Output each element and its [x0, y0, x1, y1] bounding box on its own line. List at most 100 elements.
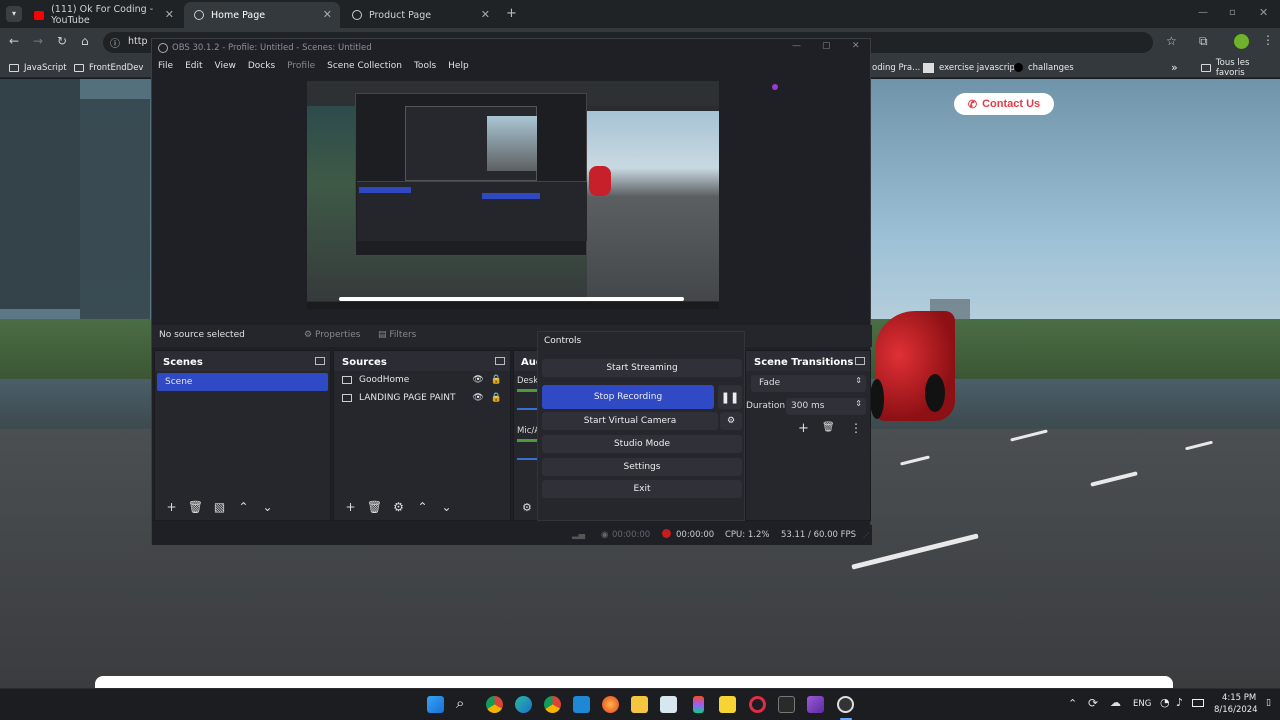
add-icon[interactable]: +	[163, 499, 180, 515]
bookmark-javascript[interactable]: JavaScript	[9, 57, 67, 78]
chrome-icon[interactable]	[486, 696, 503, 713]
obs-close-icon[interactable]: ✕	[852, 41, 860, 51]
close-icon[interactable]: ✕	[481, 8, 490, 21]
chevron-down-icon[interactable]: ⌄	[438, 499, 455, 515]
resize-grip-icon[interactable]: ⋰	[863, 532, 869, 539]
opera-icon[interactable]	[749, 696, 766, 713]
trash-icon[interactable]: 🗑	[822, 422, 835, 433]
menu-edit[interactable]: Edit	[179, 59, 208, 75]
eye-icon[interactable]: 👁	[472, 393, 483, 403]
trash-icon[interactable]: 🗑	[366, 499, 383, 515]
chevron-down-icon[interactable]: ⌄	[259, 499, 276, 515]
all-bookmarks[interactable]: Tous les favoris	[1201, 57, 1280, 78]
virtual-camera-settings-button[interactable]: ⚙	[720, 412, 742, 430]
tab-home-page[interactable]: Home Page ✕	[184, 2, 340, 28]
bookmarks-overflow[interactable]: »	[1171, 57, 1178, 78]
add-icon[interactable]: +	[342, 499, 359, 515]
vscode-icon[interactable]	[573, 696, 590, 713]
scene-item[interactable]: Scene	[157, 373, 328, 391]
eye-icon[interactable]: 👁	[472, 375, 483, 385]
settings-button[interactable]: Settings	[542, 458, 742, 476]
forward-icon[interactable]: →	[33, 34, 43, 48]
minimize-icon[interactable]: —	[1198, 7, 1208, 18]
chevron-up-icon[interactable]: ⌃	[1068, 697, 1077, 710]
chrome-icon[interactable]	[544, 696, 561, 713]
lock-icon[interactable]: 🔒	[491, 393, 502, 403]
menu-scene-collection[interactable]: Scene Collection	[321, 59, 408, 75]
menu-file[interactable]: File	[152, 59, 179, 75]
bookmark-exercise-javascript[interactable]: exercise javascript	[923, 57, 1018, 78]
source-item[interactable]: GoodHome 👁 🔒	[334, 371, 510, 389]
undock-icon[interactable]	[495, 357, 505, 365]
bookmark-challanges[interactable]: challanges	[1014, 57, 1074, 78]
windows-start-icon[interactable]	[427, 696, 444, 713]
gear-icon[interactable]: ⚙	[522, 501, 532, 514]
start-virtual-camera-button[interactable]: Start Virtual Camera	[542, 412, 718, 430]
menu-help[interactable]: Help	[442, 59, 475, 75]
close-icon[interactable]: ✕	[165, 8, 174, 21]
chevron-up-icon[interactable]: ⌃	[235, 499, 252, 515]
edge-icon[interactable]	[515, 696, 532, 713]
exit-button[interactable]: Exit	[542, 480, 742, 498]
app-icon[interactable]	[807, 696, 824, 713]
add-icon[interactable]: +	[798, 421, 809, 436]
tab-list-button[interactable]: ▾	[6, 6, 22, 22]
obs-taskbar-icon[interactable]	[837, 696, 854, 713]
duration-input[interactable]: 300 ms ⇕	[786, 398, 866, 415]
start-streaming-button[interactable]: Start Streaming	[542, 359, 742, 377]
file-explorer-icon[interactable]	[631, 696, 648, 713]
menu-tools[interactable]: Tools	[408, 59, 442, 75]
undock-icon[interactable]	[315, 357, 325, 365]
pause-recording-button[interactable]: ❚❚	[718, 385, 742, 409]
source-item[interactable]: LANDING PAGE PAINT 👁 🔒	[334, 389, 510, 407]
obs-preview[interactable]	[307, 81, 719, 309]
window-close-icon[interactable]: ✕	[1259, 6, 1268, 19]
search-icon[interactable]: ⌕	[456, 694, 464, 712]
extensions-icon[interactable]: ⧉	[1199, 34, 1208, 49]
tab-youtube[interactable]: (111) Ok For Coding - YouTube ✕	[24, 2, 182, 28]
clock-date[interactable]: 8/16/2024	[1214, 705, 1258, 715]
reload-icon[interactable]: ↻	[57, 34, 67, 48]
bookmark-coding-practice[interactable]: oding Pra...	[872, 57, 920, 78]
menu-docks[interactable]: Docks	[242, 59, 281, 75]
new-tab-button[interactable]: +	[506, 6, 517, 21]
tab-product-page[interactable]: Product Page ✕	[342, 2, 498, 28]
stop-recording-button[interactable]: Stop Recording	[542, 385, 714, 409]
figma-icon[interactable]	[693, 696, 704, 713]
properties-button[interactable]: ⚙ Properties	[304, 330, 360, 340]
close-icon[interactable]: ✕	[323, 8, 332, 21]
cloud-icon[interactable]: ☁	[1110, 696, 1121, 709]
studio-mode-button[interactable]: Studio Mode	[542, 435, 742, 453]
trash-icon[interactable]: 🗑	[187, 499, 204, 515]
clock-time[interactable]: 4:15 PM	[1222, 693, 1256, 703]
transition-select[interactable]: Fade ⇕	[751, 375, 866, 392]
undock-icon[interactable]	[855, 357, 865, 365]
language-indicator[interactable]: ENG	[1133, 699, 1151, 709]
menu-view[interactable]: View	[209, 59, 242, 75]
terminal-icon[interactable]	[778, 696, 795, 713]
home-icon[interactable]: ⌂	[81, 34, 89, 48]
wifi-icon[interactable]: ◔	[1160, 696, 1170, 709]
gear-icon[interactable]: ⚙	[390, 499, 407, 515]
battery-icon[interactable]	[1192, 699, 1204, 707]
restore-icon[interactable]: ▫	[1229, 7, 1236, 18]
filters-button[interactable]: ▤ Filters	[378, 330, 416, 340]
avatar[interactable]	[1234, 34, 1249, 49]
volume-icon[interactable]: ♪	[1176, 696, 1183, 709]
menu-profile[interactable]: Profile	[281, 59, 321, 75]
sticky-notes-icon[interactable]	[719, 696, 736, 713]
obs-maximize-icon[interactable]: ▢	[822, 41, 831, 51]
notepad-icon[interactable]	[660, 696, 677, 713]
sync-icon[interactable]: ⟳	[1088, 696, 1098, 710]
notification-icon[interactable]: ▯	[1266, 698, 1271, 708]
back-icon[interactable]: ←	[9, 34, 19, 48]
bookmark-frontenddev[interactable]: FrontEndDev	[74, 57, 143, 78]
lock-icon[interactable]: 🔒	[491, 375, 502, 385]
more-menu-icon[interactable]: ⋮	[850, 421, 862, 435]
obs-minimize-icon[interactable]: —	[792, 41, 801, 51]
bookmark-star-icon[interactable]: ☆	[1166, 34, 1177, 48]
chevron-up-icon[interactable]: ⌃	[414, 499, 431, 515]
contact-us-button[interactable]: ✆ Contact Us	[954, 93, 1054, 115]
firefox-icon[interactable]	[602, 696, 619, 713]
filter-icon[interactable]: ▧	[211, 499, 228, 515]
